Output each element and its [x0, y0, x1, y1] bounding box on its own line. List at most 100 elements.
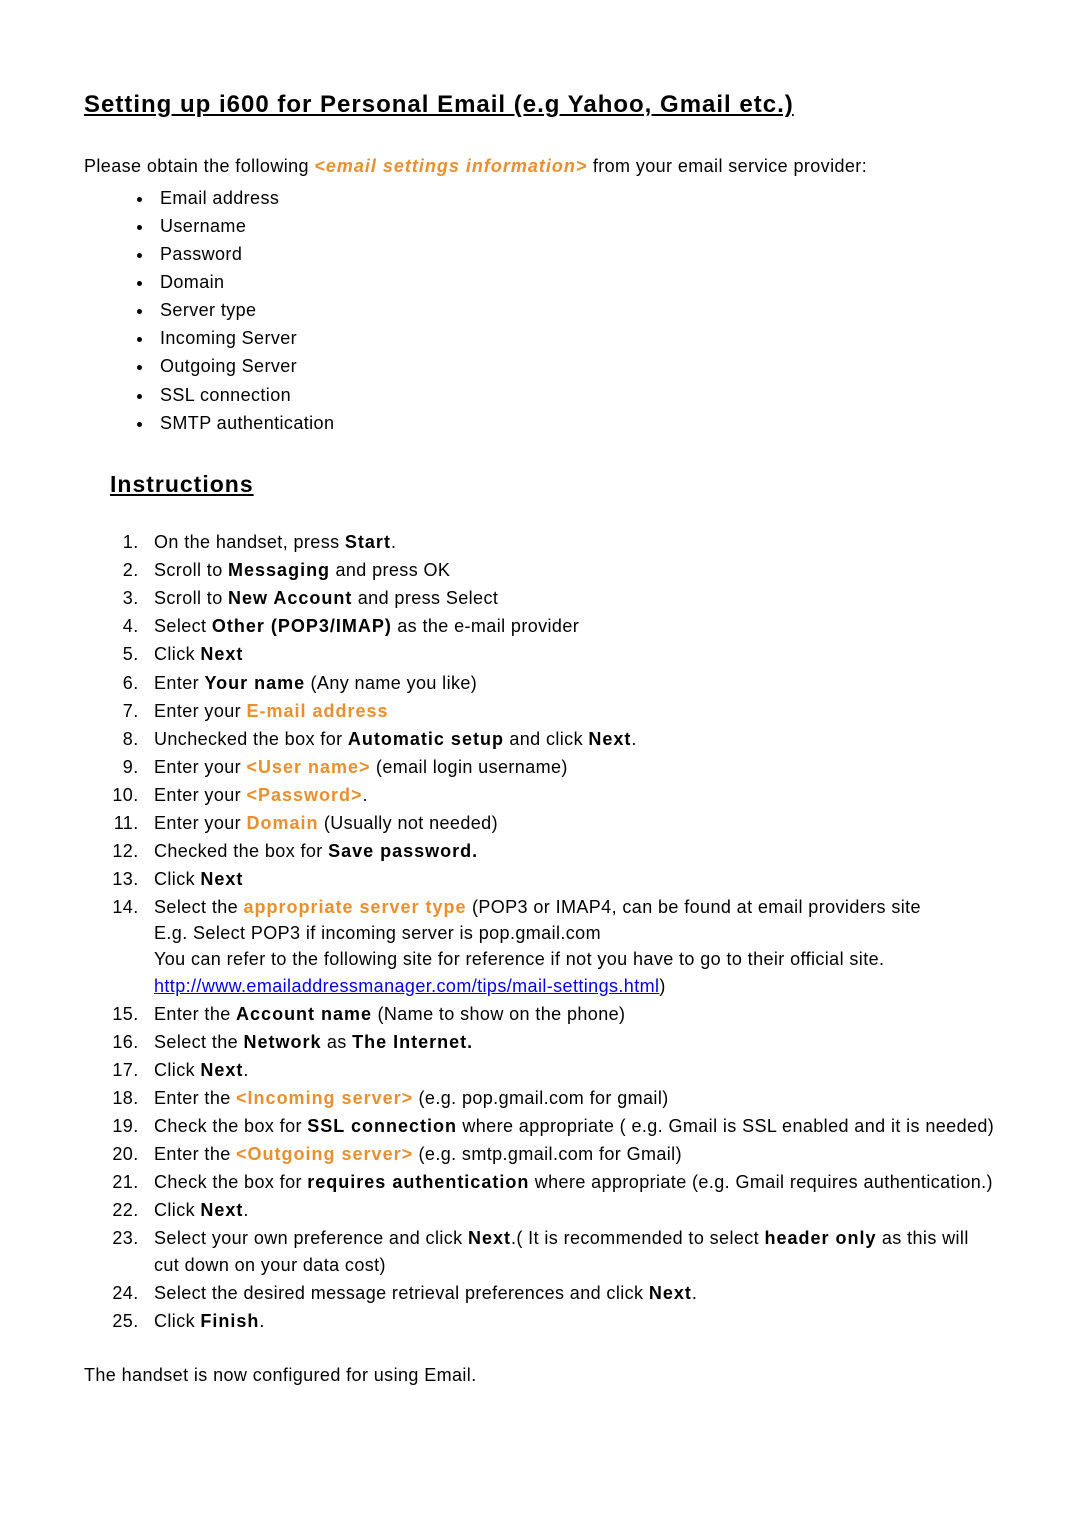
intro-em: <email settings information>	[314, 156, 587, 176]
text: Scroll to	[154, 560, 228, 580]
step-4: Select Other (POP3/IMAP) as the e-mail p…	[144, 613, 996, 639]
list-item: Password	[154, 241, 996, 267]
text: Checked the box for	[154, 841, 328, 861]
text: Enter the	[154, 1004, 236, 1024]
text: as the e-mail provider	[392, 616, 579, 636]
step-8: Unchecked the box for Automatic setup an…	[144, 726, 996, 752]
text: .	[631, 729, 636, 749]
text: and click	[504, 729, 588, 749]
text: Click	[154, 1060, 200, 1080]
bold-text: Next	[649, 1283, 692, 1303]
text: and press OK	[330, 560, 450, 580]
bold-text: Other (POP3/IMAP)	[212, 616, 392, 636]
text: as	[321, 1032, 352, 1052]
text: where appropriate (e.g. Gmail requires a…	[529, 1172, 993, 1192]
orange-text: Domain	[246, 813, 318, 833]
text: .	[243, 1060, 248, 1080]
orange-text: <Password>	[246, 785, 362, 805]
bold-text: header only	[764, 1228, 876, 1248]
text: Enter your	[154, 785, 246, 805]
text: Enter the	[154, 1088, 236, 1108]
text: Click	[154, 869, 200, 889]
step-25: Click Finish.	[144, 1308, 996, 1334]
step-7: Enter your E-mail address	[144, 698, 996, 724]
step-3: Scroll to New Account and press Select	[144, 585, 996, 611]
bold-text: The Internet.	[352, 1032, 473, 1052]
bold-text: Next	[468, 1228, 511, 1248]
text: Select your own preference and click	[154, 1228, 468, 1248]
reference-link[interactable]: http://www.emailaddressmanager.com/tips/…	[154, 976, 659, 996]
instructions-heading: Instructions	[110, 468, 996, 501]
text: Select the desired message retrieval pre…	[154, 1283, 649, 1303]
step-2: Scroll to Messaging and press OK	[144, 557, 996, 583]
text: (e.g. pop.gmail.com for gmail)	[413, 1088, 669, 1108]
step-21: Check the box for requires authenticatio…	[144, 1169, 996, 1195]
step-15: Enter the Account name (Name to show on …	[144, 1001, 996, 1027]
text: Enter the	[154, 1144, 236, 1164]
text: Check the box for	[154, 1116, 307, 1136]
text: .( It is recommended to select	[511, 1228, 765, 1248]
bold-text: Next	[200, 1200, 243, 1220]
list-item: Server type	[154, 297, 996, 323]
list-item: Email address	[154, 185, 996, 211]
step-13: Click Next	[144, 866, 996, 892]
text: Click	[154, 644, 200, 664]
step-19: Check the box for SSL connection where a…	[144, 1113, 996, 1139]
text: You can refer to the following site for …	[154, 949, 884, 969]
intro-before: Please obtain the following	[84, 156, 314, 176]
text: .	[391, 532, 396, 552]
text: Click	[154, 1311, 200, 1331]
instructions-list: On the handset, press Start. Scroll to M…	[84, 529, 996, 1334]
step-14: Select the appropriate server type (POP3…	[144, 894, 996, 998]
text: (email login username)	[371, 757, 568, 777]
step-1: On the handset, press Start.	[144, 529, 996, 555]
list-item: SMTP authentication	[154, 410, 996, 436]
step-12: Checked the box for Save password.	[144, 838, 996, 864]
step-22: Click Next.	[144, 1197, 996, 1223]
text: On the handset, press	[154, 532, 345, 552]
step-24: Select the desired message retrieval pre…	[144, 1280, 996, 1306]
bold-text: Next	[200, 1060, 243, 1080]
text: Enter your	[154, 701, 246, 721]
list-item: Outgoing Server	[154, 353, 996, 379]
text: Select the	[154, 897, 243, 917]
info-list: Email address Username Password Domain S…	[84, 185, 996, 436]
intro-after: from your email service provider:	[587, 156, 867, 176]
step-16: Select the Network as The Internet.	[144, 1029, 996, 1055]
step-11: Enter your Domain (Usually not needed)	[144, 810, 996, 836]
text: Unchecked the box for	[154, 729, 348, 749]
step-6: Enter Your name (Any name you like)	[144, 670, 996, 696]
bold-text: Messaging	[228, 560, 330, 580]
text: .	[243, 1200, 248, 1220]
step-5: Click Next	[144, 641, 996, 667]
list-item: Username	[154, 213, 996, 239]
text: where appropriate ( e.g. Gmail is SSL en…	[457, 1116, 994, 1136]
orange-text: <User name>	[246, 757, 370, 777]
text: )	[659, 976, 665, 996]
step-9: Enter your <User name> (email login user…	[144, 754, 996, 780]
list-item: Domain	[154, 269, 996, 295]
step-10: Enter your <Password>.	[144, 782, 996, 808]
bold-text: New Account	[228, 588, 352, 608]
text: (e.g. smtp.gmail.com for Gmail)	[413, 1144, 682, 1164]
bold-text: Your name	[204, 673, 305, 693]
bold-text: SSL connection	[307, 1116, 457, 1136]
text: Enter	[154, 673, 204, 693]
text: (Usually not needed)	[318, 813, 498, 833]
bold-text: Next	[588, 729, 631, 749]
bold-text: Automatic setup	[348, 729, 504, 749]
text: Scroll to	[154, 588, 228, 608]
text: Check the box for	[154, 1172, 307, 1192]
bold-text: Next	[200, 869, 243, 889]
bold-text: Account name	[236, 1004, 372, 1024]
bold-text: Network	[243, 1032, 321, 1052]
step-23: Select your own preference and click Nex…	[144, 1225, 996, 1277]
text: Select	[154, 616, 212, 636]
bold-text: Save password.	[328, 841, 478, 861]
orange-text: <Incoming server>	[236, 1088, 413, 1108]
text: .	[259, 1311, 264, 1331]
bold-text: Next	[200, 644, 243, 664]
page-title: Setting up i600 for Personal Email (e.g …	[84, 88, 996, 123]
list-item: Incoming Server	[154, 325, 996, 351]
text: Click	[154, 1200, 200, 1220]
